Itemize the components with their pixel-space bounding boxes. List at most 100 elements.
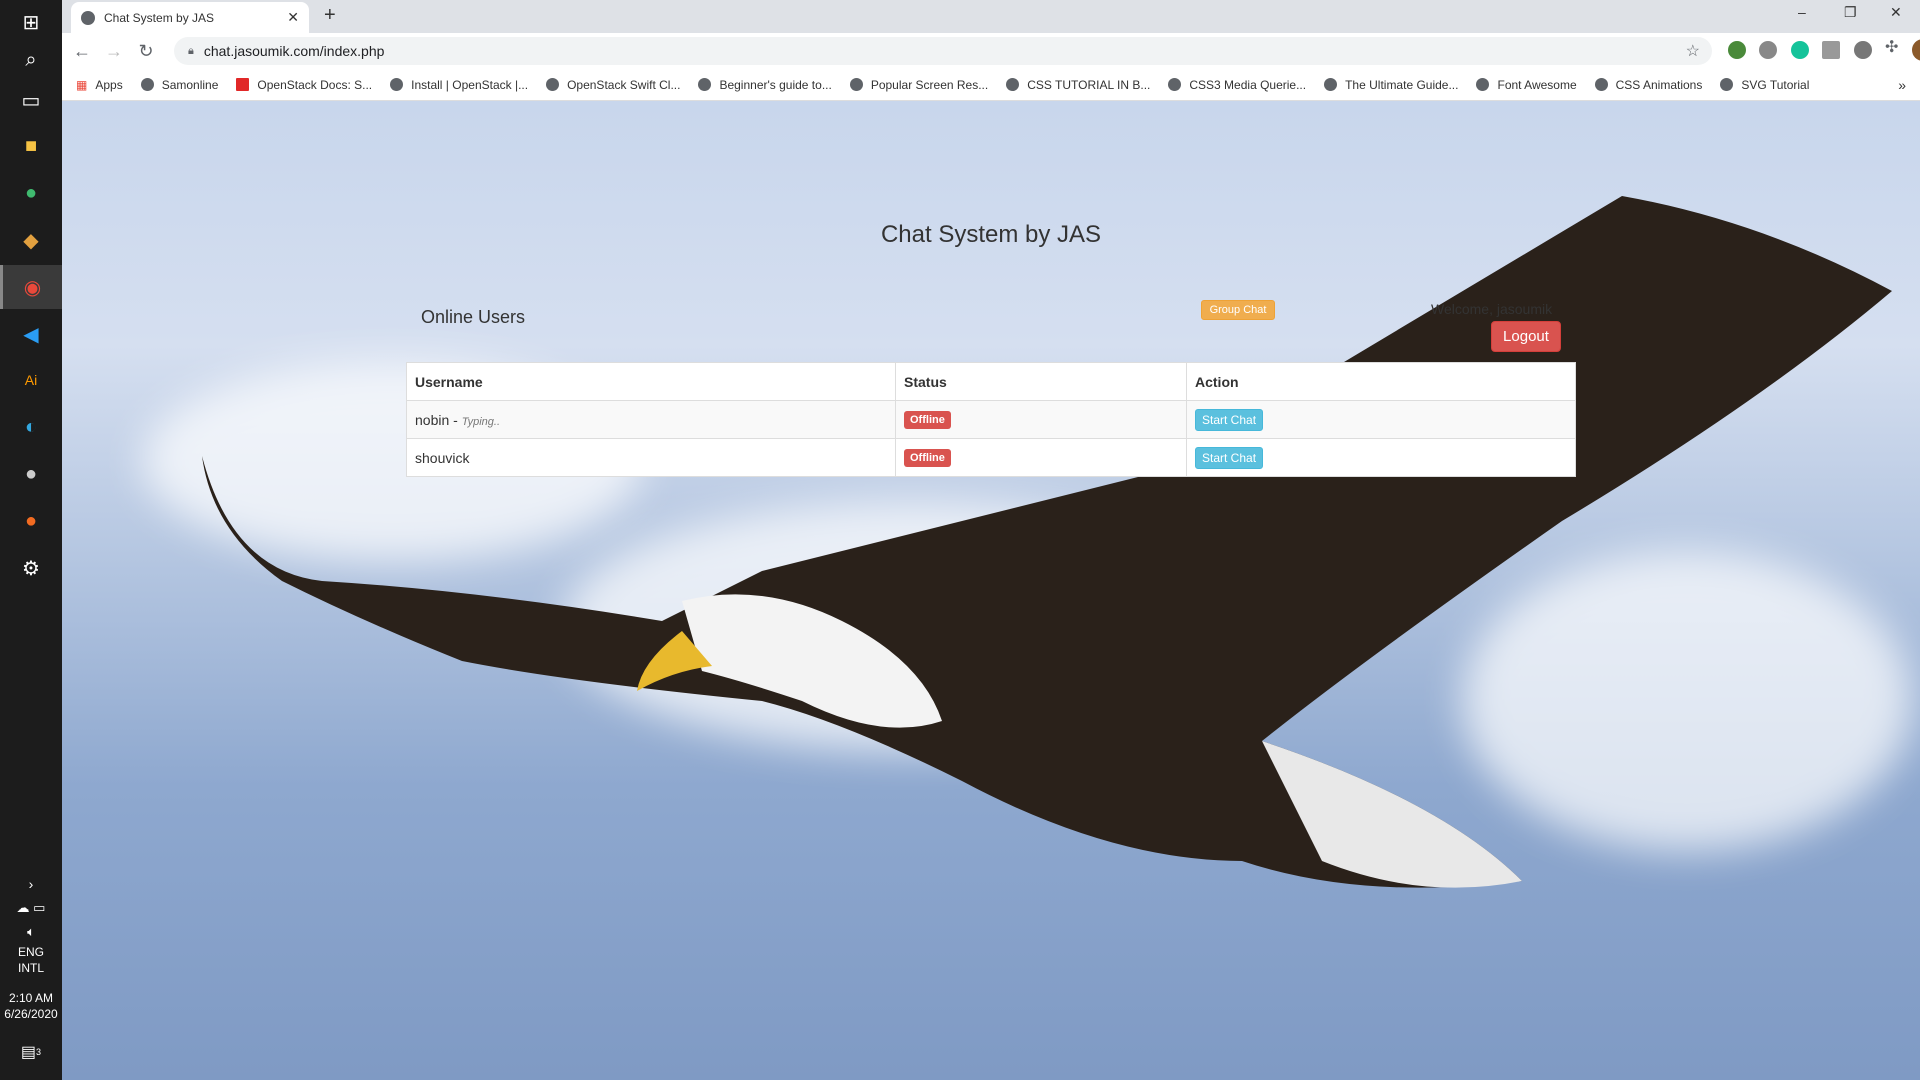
bookmark[interactable]: OpenStack Swift Cl... [546, 78, 680, 92]
bookmark-apps[interactable]: ▦ Apps [76, 78, 123, 92]
online-users-heading: Online Users [421, 307, 526, 327]
column-header-status: Status [895, 362, 1187, 401]
notifications-icon[interactable]: ▤ 3 [0, 1030, 62, 1074]
extensions-puzzle-icon[interactable]: ✣ [1885, 37, 1903, 56]
column-header-action: Action [1186, 362, 1576, 401]
status-badge: Offline [904, 411, 951, 429]
edge-icon[interactable]: ◐ [0, 405, 62, 449]
grammarly-icon[interactable] [1791, 41, 1809, 59]
clock-date: 6/26/2020 [4, 1007, 58, 1021]
reload-icon[interactable]: ↻ [130, 41, 162, 62]
settings-icon[interactable]: ⚙ [0, 546, 62, 590]
bookmark-label: OpenStack Docs: S... [257, 77, 373, 92]
extension-globe-icon[interactable] [1854, 41, 1872, 59]
table-row: shouvick Offline Start Chat [406, 438, 1576, 477]
extension-icon[interactable] [1728, 41, 1746, 59]
action-cell: Start Chat [1186, 400, 1576, 439]
illustrator-icon[interactable]: Ai [0, 358, 62, 402]
forward-icon[interactable]: → [98, 41, 130, 62]
start-chat-button[interactable]: Start Chat [1195, 446, 1264, 469]
bookmark[interactable]: CSS3 Media Querie... [1168, 78, 1306, 92]
task-view-icon[interactable]: ▭ [0, 78, 62, 122]
clock-time: 2:10 AM [8, 991, 54, 1005]
welcome-text: Welcome, jasoumik [1431, 301, 1553, 317]
browser-window: Chat System by JAS ✕ + – ❐ ✕ ← → ↻ 🔒︎ ch… [62, 0, 1920, 1080]
avatar[interactable] [1912, 39, 1920, 61]
globe-icon [1324, 78, 1338, 91]
bookmark-label: Font Awesome [1497, 77, 1577, 92]
globe-icon [1006, 78, 1020, 91]
bookmark[interactable]: Font Awesome [1476, 77, 1577, 92]
globe-icon [1720, 78, 1734, 91]
globe-icon [698, 78, 712, 91]
back-icon[interactable]: ← [66, 41, 98, 62]
lang-variant: INTL [17, 961, 44, 975]
bookmark[interactable]: Install | OpenStack |... [390, 78, 528, 92]
username: nobin [415, 411, 450, 428]
atom-icon[interactable]: ● [0, 171, 62, 215]
page-title: Chat System by JAS [880, 221, 1102, 248]
new-tab-button[interactable]: + [324, 4, 336, 27]
globe-icon [849, 78, 863, 91]
minimize-icon[interactable]: – [1798, 4, 1806, 20]
bookmark-label: The Ultimate Guide... [1345, 77, 1459, 92]
start-chat-button[interactable]: Start Chat [1195, 408, 1264, 431]
tab-title: Chat System by JAS [104, 10, 215, 25]
globe-icon [1476, 78, 1490, 91]
bookmark[interactable]: The Ultimate Guide... [1324, 78, 1458, 92]
restore-icon[interactable]: ❐ [1844, 4, 1857, 21]
bookmark-label: SVG Tutorial [1741, 77, 1810, 92]
extension-shield-icon[interactable] [1759, 41, 1777, 59]
username-cell: nobin - Typing.. [406, 400, 896, 439]
postman-icon[interactable]: ● [0, 499, 62, 543]
bookmark[interactable]: Beginner's guide to... [698, 78, 832, 92]
lang-code: ENG [17, 945, 44, 959]
openstack-icon [236, 78, 250, 91]
more-bookmarks-icon[interactable]: » [1898, 77, 1906, 93]
action-cell: Start Chat [1186, 438, 1576, 477]
search-icon[interactable]: ⌕ [0, 38, 62, 82]
group-chat-button[interactable]: Group Chat [1201, 300, 1275, 320]
bookmarks-bar: ▦ Apps Samonline OpenStack Docs: S... Ins… [62, 69, 1920, 101]
close-window-icon[interactable]: ✕ [1890, 4, 1902, 21]
status-cell: Offline [895, 438, 1187, 477]
lock-icon: 🔒︎ [188, 44, 194, 57]
status-cell: Offline [895, 400, 1187, 439]
bookmark[interactable]: CSS TUTORIAL IN B... [1006, 78, 1150, 92]
online-users-table: Username Status Action nobin - Typing.. … [406, 362, 1576, 477]
globe-icon [546, 78, 560, 91]
bookmark[interactable]: SVG Tutorial [1720, 78, 1809, 92]
bookmark[interactable]: Popular Screen Res... [849, 78, 988, 92]
git-icon[interactable]: ◆ [0, 218, 62, 262]
bookmark[interactable]: CSS Animations [1594, 77, 1703, 92]
bookmark-label: OpenStack Swift Cl... [567, 77, 681, 92]
chrome-icon[interactable]: ◉ [0, 265, 62, 309]
close-tab-icon[interactable]: ✕ [287, 9, 299, 26]
address-bar[interactable]: 🔒︎ chat.jasoumik.com/index.php ☆ [174, 37, 1712, 65]
globe-icon [140, 78, 154, 91]
vscode-icon[interactable]: ◀ [0, 312, 62, 356]
bookmark-label: CSS Animations [1615, 77, 1703, 92]
github-icon[interactable]: ● [0, 452, 62, 496]
language-indicator[interactable]: ENG INTL [0, 944, 62, 976]
file-explorer-icon[interactable]: ■ [0, 124, 62, 168]
extension-icon[interactable] [1822, 41, 1840, 59]
username: shouvick [415, 449, 470, 466]
globe-icon [1168, 78, 1182, 91]
tab-active[interactable]: Chat System by JAS ✕ [71, 2, 309, 33]
notification-count: 3 [36, 1047, 42, 1057]
username-cell: shouvick [406, 438, 896, 477]
clock[interactable]: 2:10 AM 6/26/2020 [0, 990, 62, 1022]
logout-button[interactable]: Logout [1491, 321, 1561, 352]
globe-icon [1594, 78, 1608, 91]
bookmark-label: CSS TUTORIAL IN B... [1027, 77, 1151, 92]
bookmark-star-icon[interactable]: ☆ [1686, 41, 1700, 61]
table-header: Username Status Action [406, 362, 1576, 401]
bookmark[interactable]: OpenStack Docs: S... [236, 78, 372, 92]
bookmark-label: Apps [95, 77, 123, 92]
column-header-username: Username [406, 362, 896, 401]
bookmark-label: CSS3 Media Querie... [1189, 77, 1307, 92]
typing-indicator: Typing.. [461, 415, 501, 428]
table-row: nobin - Typing.. Offline Start Chat [406, 400, 1576, 439]
bookmark[interactable]: Samonline [140, 78, 218, 92]
